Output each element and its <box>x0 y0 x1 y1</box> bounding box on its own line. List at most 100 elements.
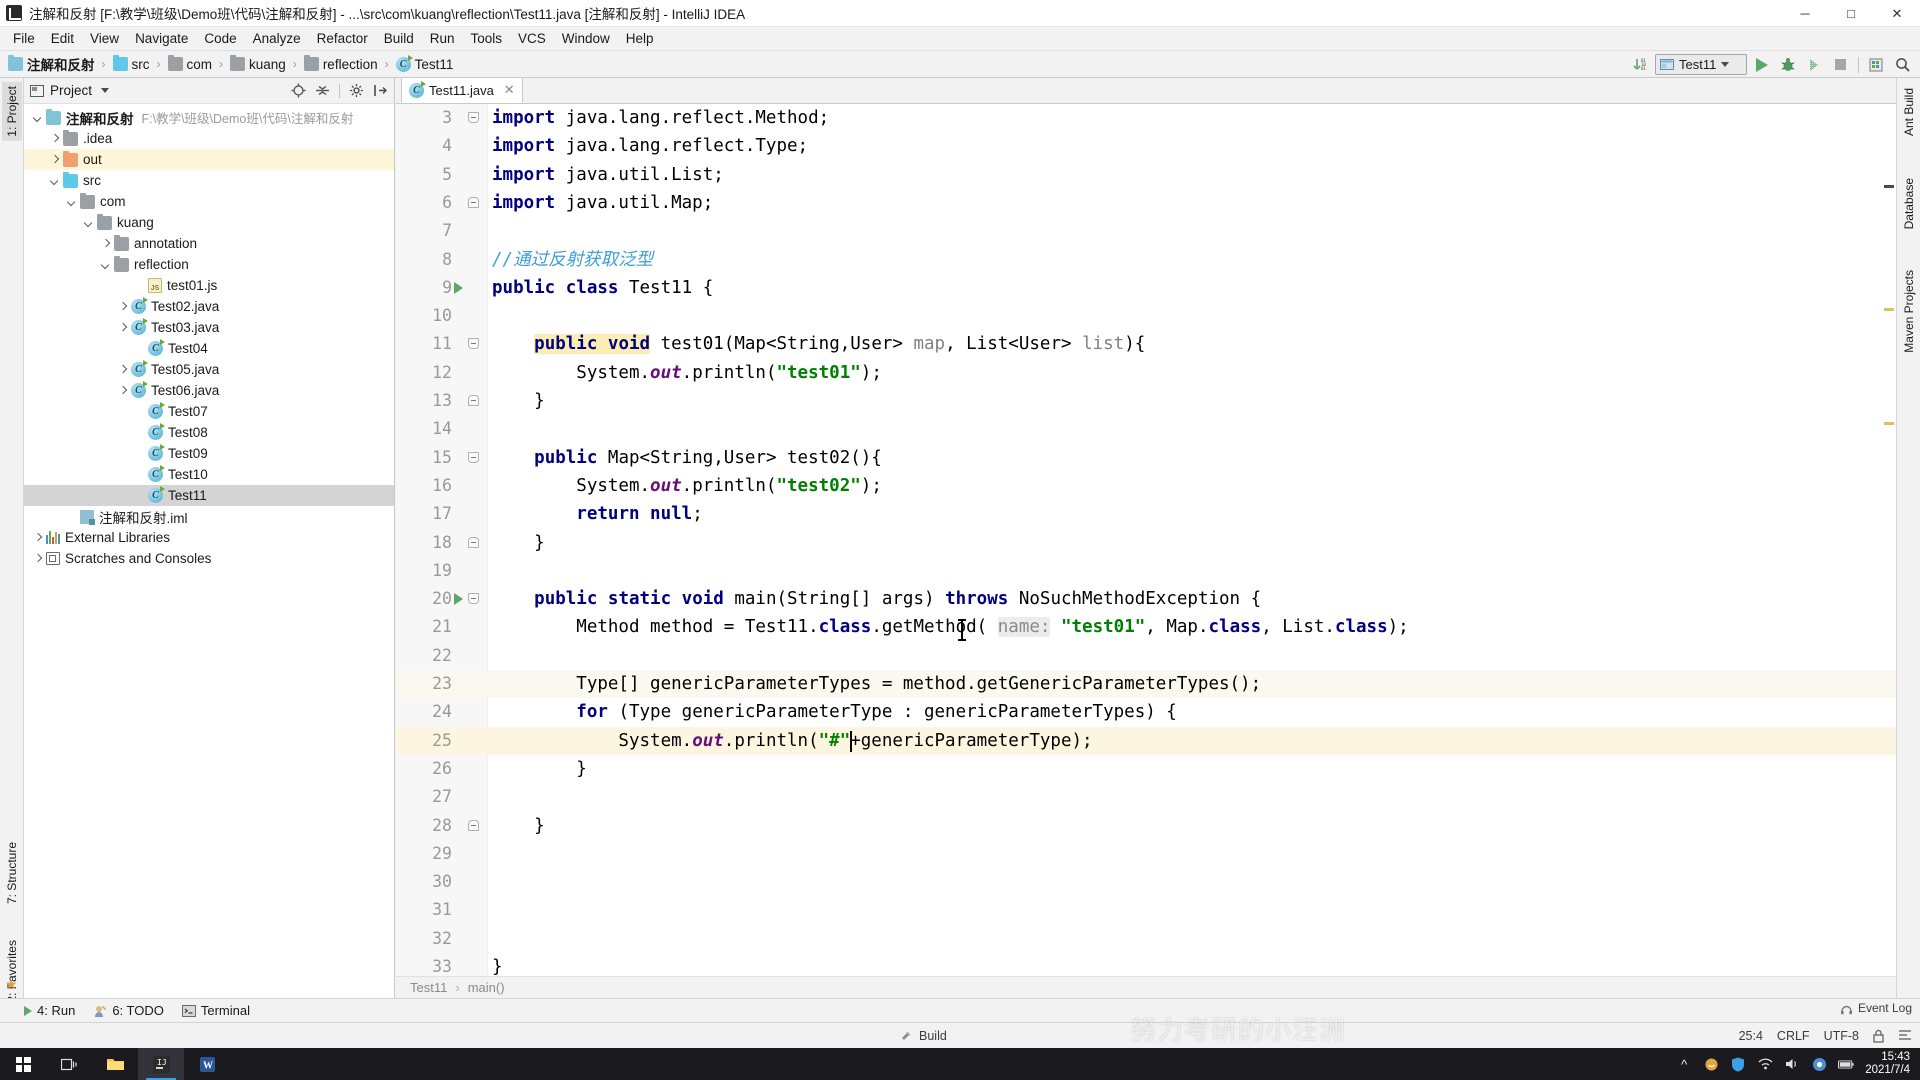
tree-item-com[interactable]: com <box>24 191 394 212</box>
code-line[interactable]: import java.lang.reflect.Method; <box>488 104 1920 132</box>
run-with-coverage-icon[interactable] <box>1803 54 1825 76</box>
tree-item-Test05.java[interactable]: C Test05.java <box>24 359 394 380</box>
menu-item-analyze[interactable]: Analyze <box>245 28 309 50</box>
code-line[interactable]: import java.util.Map; <box>488 189 1920 217</box>
code-line[interactable]: System.out.println("#"+genericParameterT… <box>488 727 1920 755</box>
chevron-right-icon[interactable] <box>49 154 61 166</box>
task-view-icon[interactable] <box>46 1048 92 1080</box>
menu-item-edit[interactable]: Edit <box>43 28 82 50</box>
tree-item-Test06.java[interactable]: C Test06.java <box>24 380 394 401</box>
code-line[interactable]: Method method = Test11.class.getMethod( … <box>488 613 1920 641</box>
chevron-right-icon[interactable] <box>117 364 129 376</box>
project-view-chevron-down-icon[interactable] <box>101 88 110 93</box>
editor-gutter[interactable]: 3 4 5 6 7 8 9 10 11 12 13 14 15 16 17 18 19 20 21 22 23 24 25 2… <box>396 104 488 976</box>
sidebar-item-ant-build[interactable]: Ant Build <box>1899 84 1919 140</box>
tree-item-Test10[interactable]: C Test10 <box>24 464 394 485</box>
code-line[interactable] <box>488 415 1920 443</box>
chevron-right-icon[interactable] <box>117 301 129 313</box>
editor-code-area[interactable]: import java.lang.reflect.Method; import j… <box>488 104 1920 976</box>
hide-panel-icon[interactable] <box>373 83 388 98</box>
code-line[interactable] <box>488 217 1920 245</box>
tree-item-Test11[interactable]: C Test11 <box>24 485 394 506</box>
line-separator[interactable]: CRLF <box>1777 1029 1810 1043</box>
project-tree[interactable]: 注解和反射 F:\教学\班级\Demo班\代码\注解和反射 .idea out src c… <box>24 104 394 998</box>
volume-icon[interactable] <box>1784 1056 1800 1072</box>
code-line[interactable]: } <box>488 812 1920 840</box>
menu-item-tools[interactable]: Tools <box>463 28 511 50</box>
code-line[interactable]: public class Test11 { <box>488 274 1920 302</box>
code-line[interactable]: Type[] genericParameterTypes = method.ge… <box>488 670 1920 698</box>
tree-item-kuang[interactable]: kuang <box>24 212 394 233</box>
tree-item-.idea[interactable]: .idea <box>24 128 394 149</box>
close-icon[interactable]: ✕ <box>504 82 515 98</box>
code-line[interactable]: public static void main(String[] args) t… <box>488 585 1920 613</box>
scroll-from-source-icon[interactable] <box>291 83 306 98</box>
code-line[interactable]: import java.util.List; <box>488 161 1920 189</box>
chevron-right-icon[interactable] <box>32 553 44 565</box>
code-line[interactable]: System.out.println("test02"); <box>488 472 1920 500</box>
scrollbar-warning-mark[interactable] <box>1884 308 1894 311</box>
build-status-label[interactable]: Build <box>919 1029 947 1043</box>
chevron-right-icon[interactable] <box>117 385 129 397</box>
menu-item-navigate[interactable]: Navigate <box>127 28 196 50</box>
tree-item-src[interactable]: src <box>24 170 394 191</box>
scrollbar-mark[interactable] <box>1884 185 1894 188</box>
code-line[interactable]: public void test01(Map<String,User> map,… <box>488 330 1920 358</box>
tree-item-Test09[interactable]: C Test09 <box>24 443 394 464</box>
code-line[interactable] <box>488 868 1920 896</box>
gutter-run-icon[interactable] <box>454 593 463 606</box>
code-line[interactable]: } <box>488 755 1920 783</box>
chevron-right-icon[interactable] <box>49 133 61 145</box>
indent-settings-icon[interactable] <box>1898 1029 1912 1043</box>
read-only-lock-icon[interactable] <box>1873 1029 1884 1043</box>
idea-icon[interactable]: IJ <box>138 1048 184 1080</box>
chevron-down-icon[interactable] <box>1721 62 1730 67</box>
sogou-input-icon[interactable] <box>1703 1056 1719 1072</box>
code-line[interactable] <box>488 840 1920 868</box>
search-everywhere-icon[interactable] <box>1892 54 1914 76</box>
code-line[interactable]: } <box>488 387 1920 415</box>
scrollbar-warning-mark[interactable] <box>1884 422 1894 425</box>
chrome-icon[interactable] <box>1811 1056 1827 1072</box>
chevron-down-icon[interactable] <box>66 196 78 208</box>
code-editor[interactable]: 3 4 5 6 7 8 9 10 11 12 13 14 15 16 17 18 19 20 21 22 23 24 25 2… <box>396 104 1920 976</box>
tree-item-Test03.java[interactable]: C Test03.java <box>24 317 394 338</box>
tree-item-Test08[interactable]: C Test08 <box>24 422 394 443</box>
tree-item-Test04[interactable]: C Test04 <box>24 338 394 359</box>
code-fold-end-icon[interactable] <box>468 395 479 406</box>
tree-item-ScratchesandConsoles[interactable]: Scratches and Consoles <box>24 548 394 569</box>
breadcrumb-item-reflection[interactable]: reflection <box>303 55 378 72</box>
windows-start-icon[interactable] <box>0 1048 46 1080</box>
debug-icon[interactable] <box>1777 54 1799 76</box>
code-line[interactable] <box>488 925 1920 953</box>
tool-window-todo[interactable]: 6: TODO <box>93 1003 164 1018</box>
select-opened-file-icon[interactable] <box>1866 54 1888 76</box>
tree-item-annotation[interactable]: annotation <box>24 233 394 254</box>
menu-item-code[interactable]: Code <box>196 28 244 50</box>
tool-window-run[interactable]: 4: Run <box>24 1003 75 1018</box>
menu-item-window[interactable]: Window <box>554 28 618 50</box>
menu-item-build[interactable]: Build <box>376 28 422 50</box>
show-hidden-icons-icon[interactable]: ^ <box>1676 1056 1692 1072</box>
menu-item-view[interactable]: View <box>82 28 127 50</box>
event-log-button[interactable]: Event Log <box>1840 1001 1912 1015</box>
code-line[interactable]: //通过反射获取泛型 <box>488 246 1920 274</box>
sidebar-item-database[interactable]: Database <box>1899 174 1919 233</box>
sidebar-item-structure[interactable]: 7: Structure <box>2 838 22 908</box>
tree-item-node[interactable]: 注解和反射 F:\教学\班级\Demo班\代码\注解和反射 <box>24 107 394 128</box>
code-line[interactable] <box>488 783 1920 811</box>
breadcrumb-item-kuang[interactable]: kuang <box>230 55 286 72</box>
tree-item-test01.js[interactable]: JS test01.js <box>24 275 394 296</box>
editor-tab-test11[interactable]: C Test11.java ✕ <box>401 77 523 103</box>
gutter-run-icon[interactable] <box>454 281 463 294</box>
chevron-right-icon[interactable] <box>117 322 129 334</box>
code-line[interactable]: System.out.println("test01"); <box>488 359 1920 387</box>
chevron-down-icon[interactable] <box>100 259 112 271</box>
chevron-right-icon[interactable] <box>100 238 112 250</box>
code-fold-start-icon[interactable] <box>468 593 479 605</box>
tree-item-ExternalLibraries[interactable]: External Libraries <box>24 527 394 548</box>
menu-item-help[interactable]: Help <box>618 28 662 50</box>
tree-item-Test07[interactable]: C Test07 <box>24 401 394 422</box>
code-line[interactable]: public Map<String,User> test02(){ <box>488 444 1920 472</box>
code-fold-end-icon[interactable] <box>468 196 479 208</box>
